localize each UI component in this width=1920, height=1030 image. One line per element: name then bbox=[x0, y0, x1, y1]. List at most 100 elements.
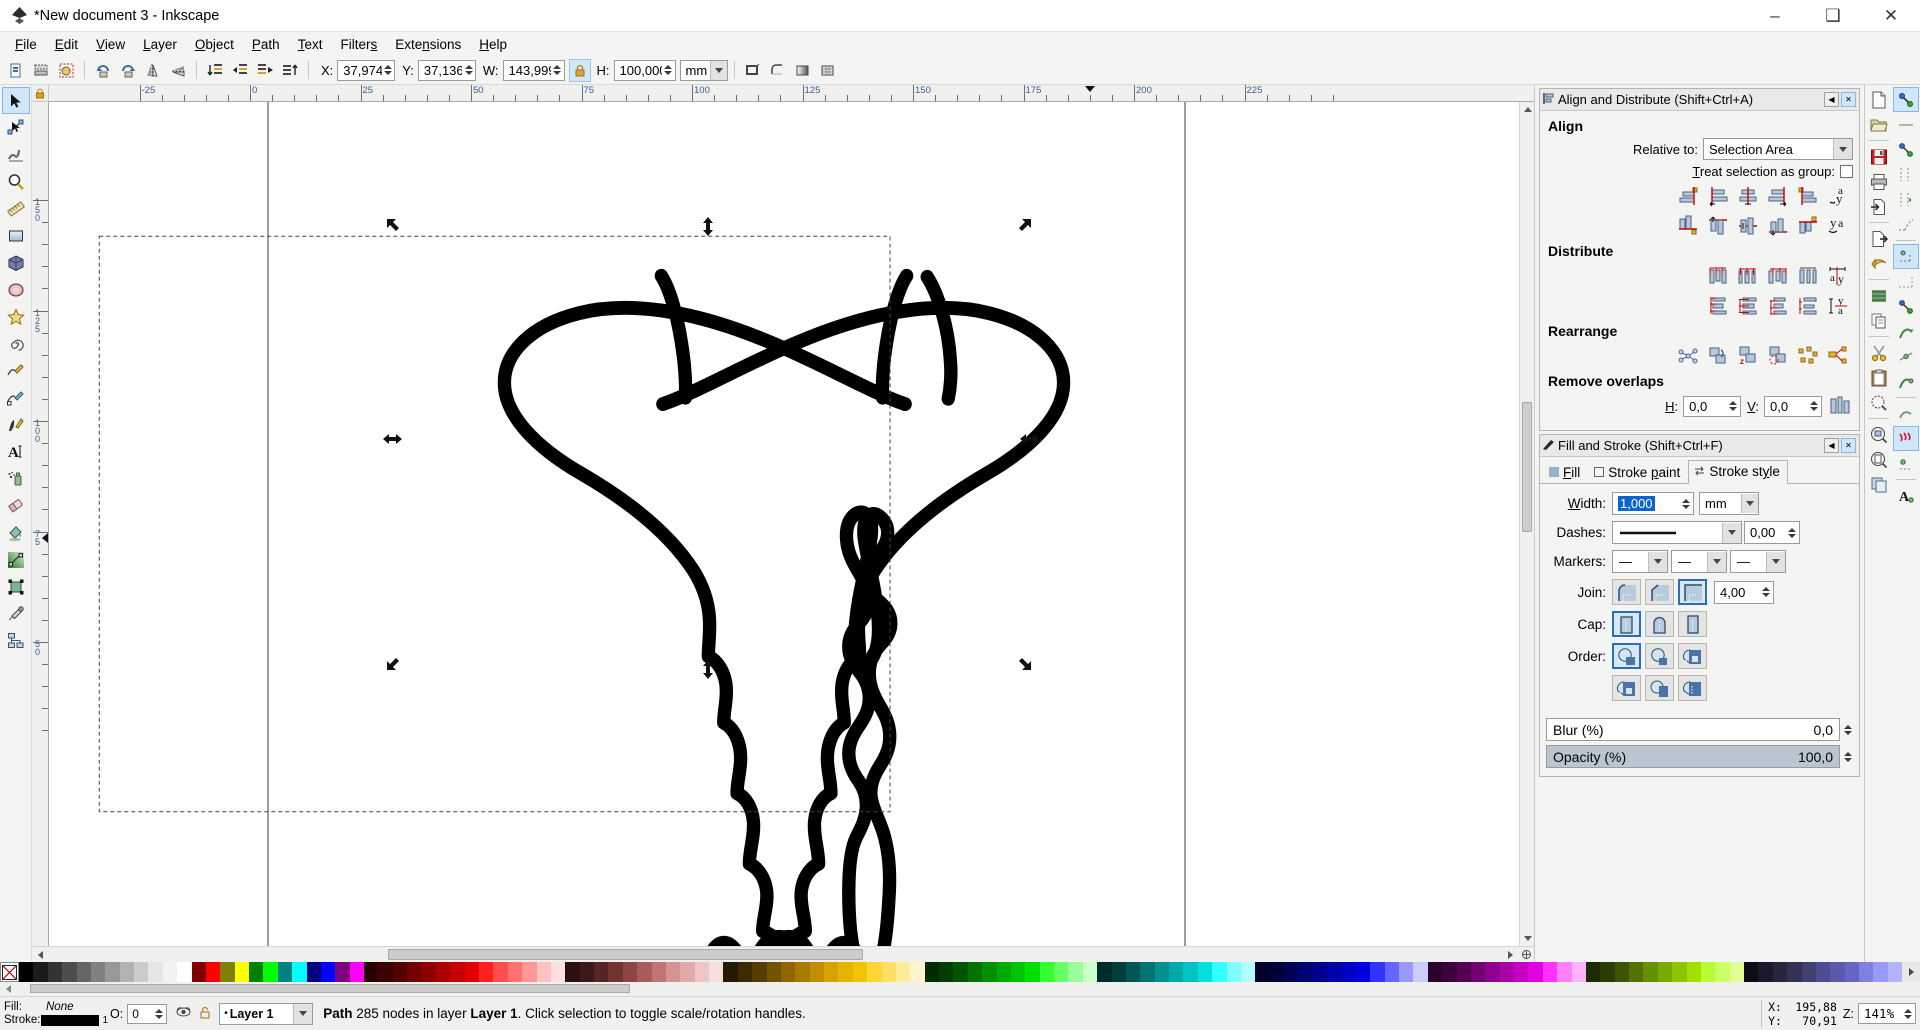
align-bottom-edges-icon[interactable] bbox=[1765, 213, 1791, 239]
palette-swatch[interactable] bbox=[1140, 962, 1155, 982]
palette-swatch[interactable] bbox=[1212, 962, 1227, 982]
palette-swatch[interactable] bbox=[1859, 962, 1874, 982]
stroke-width-unit-select[interactable]: mm bbox=[1699, 492, 1759, 515]
palette-swatch[interactable] bbox=[1183, 962, 1198, 982]
zoom-drawing-icon[interactable] bbox=[1866, 422, 1892, 447]
palette-swatch[interactable] bbox=[680, 962, 695, 982]
palette-swatch[interactable] bbox=[1226, 962, 1241, 982]
align-top-edges-icon[interactable] bbox=[1705, 213, 1731, 239]
dash-offset-field[interactable]: 0,00 bbox=[1744, 521, 1800, 544]
snap-path-icon[interactable] bbox=[1893, 269, 1919, 294]
palette-swatch[interactable] bbox=[90, 962, 106, 982]
raise-to-top-icon[interactable] bbox=[203, 58, 227, 82]
palette-swatch[interactable] bbox=[1111, 962, 1126, 982]
align-left-edges-icon[interactable] bbox=[1705, 183, 1731, 209]
palette-swatch[interactable] bbox=[1284, 962, 1299, 982]
horizontal-ruler[interactable]: -25 0 25 50 75 100 125 150 175 200 225 bbox=[49, 85, 1534, 102]
palette-swatch[interactable] bbox=[1801, 962, 1816, 982]
distribute-left-edges-icon[interactable] bbox=[1705, 263, 1731, 289]
palette-swatch[interactable] bbox=[1700, 962, 1716, 982]
snap-line-midpoint-icon[interactable] bbox=[1893, 369, 1919, 394]
zoom-page-icon[interactable] bbox=[1866, 447, 1892, 472]
pencil-tool[interactable] bbox=[2, 357, 30, 384]
palette-swatch[interactable] bbox=[205, 962, 221, 982]
palette-swatch[interactable] bbox=[1470, 962, 1486, 982]
eraser-tool[interactable] bbox=[2, 492, 30, 519]
palette-swatch[interactable] bbox=[1399, 962, 1414, 982]
palette-swatch[interactable] bbox=[277, 962, 293, 982]
align-panel-close-icon[interactable]: ✕ bbox=[1841, 92, 1856, 107]
remove-overlaps-icon[interactable] bbox=[1827, 393, 1853, 419]
paste-icon[interactable] bbox=[1866, 365, 1892, 390]
distribute-gaps-vertically-icon[interactable] bbox=[1795, 293, 1821, 319]
palette-swatch[interactable] bbox=[622, 962, 638, 982]
vertical-ruler[interactable]: 1501251007550 bbox=[32, 102, 49, 946]
palette-swatch[interactable] bbox=[1686, 962, 1701, 982]
butterfly-outline-path[interactable] bbox=[49, 102, 1519, 946]
fill-stroke-panel-close-icon[interactable]: ✕ bbox=[1841, 438, 1856, 453]
palette-swatch[interactable] bbox=[694, 962, 709, 982]
snap-bbox-edge-midpoint-icon[interactable] bbox=[1893, 187, 1919, 212]
palette-scroll-thumb[interactable] bbox=[30, 984, 630, 993]
affect-stroke-width-icon[interactable] bbox=[741, 58, 765, 82]
palette-swatch[interactable] bbox=[924, 962, 939, 982]
zoom-field[interactable]: 141% bbox=[1858, 1003, 1916, 1024]
tab-stroke-style[interactable]: Stroke style bbox=[1688, 460, 1788, 484]
scroll-right-icon[interactable] bbox=[1502, 947, 1518, 962]
menu-filters[interactable]: Filters bbox=[331, 35, 386, 54]
palette-swatch[interactable] bbox=[766, 962, 781, 982]
palette-swatch[interactable] bbox=[637, 962, 652, 982]
distribute-text-baselines-vertically-icon[interactable]: ya bbox=[1825, 293, 1851, 319]
snap-bbox-center-icon[interactable] bbox=[1893, 212, 1919, 237]
palette-swatch[interactable] bbox=[1758, 962, 1773, 982]
distribute-bottom-edges-icon[interactable] bbox=[1765, 293, 1791, 319]
square-cap-icon[interactable] bbox=[1678, 611, 1707, 637]
palette-swatch[interactable] bbox=[1557, 962, 1572, 982]
align-top-edge-to-bottom-anchor-icon[interactable] bbox=[1795, 213, 1821, 239]
snap-rotation-center-icon[interactable] bbox=[1893, 451, 1919, 476]
menu-object[interactable]: Object bbox=[186, 35, 243, 54]
palette-swatch[interactable] bbox=[1772, 962, 1788, 982]
palette-swatch[interactable] bbox=[780, 962, 796, 982]
x-spinner[interactable] bbox=[383, 65, 393, 75]
palette-swatch[interactable] bbox=[996, 962, 1011, 982]
menu-view[interactable]: View bbox=[87, 35, 134, 54]
palette-swatch[interactable] bbox=[1197, 962, 1213, 982]
exchange-positions-clockwise-icon[interactable] bbox=[1765, 343, 1791, 369]
palette-swatch[interactable] bbox=[407, 962, 422, 982]
palette-swatch[interactable] bbox=[1240, 962, 1256, 982]
zoom-selection-icon[interactable] bbox=[1866, 390, 1892, 415]
palette-swatch[interactable] bbox=[378, 962, 393, 982]
spiral-tool[interactable] bbox=[2, 330, 30, 357]
palette-swatch[interactable] bbox=[148, 962, 163, 982]
snap-path-intersection-icon[interactable] bbox=[1893, 294, 1919, 319]
redo-icon[interactable] bbox=[1866, 283, 1892, 308]
menu-layer[interactable]: Layer bbox=[134, 35, 186, 54]
palette-swatch[interactable] bbox=[594, 962, 609, 982]
palette-swatch[interactable] bbox=[1169, 962, 1184, 982]
palette-swatch[interactable] bbox=[1068, 962, 1083, 982]
palette-swatch[interactable] bbox=[392, 962, 408, 982]
lock-wh-ratio-icon[interactable] bbox=[568, 58, 591, 82]
palette-swatch[interactable] bbox=[479, 962, 494, 982]
snap-bbox-icon[interactable] bbox=[1893, 112, 1919, 137]
palette-swatch[interactable] bbox=[579, 962, 594, 982]
palette-swatch[interactable] bbox=[1887, 962, 1903, 982]
relative-to-select[interactable]: Selection Area bbox=[1703, 138, 1853, 160]
affect-gradients-icon[interactable] bbox=[791, 58, 815, 82]
palette-swatch[interactable] bbox=[1054, 962, 1069, 982]
align-right-edge-to-left-anchor-icon[interactable] bbox=[1675, 183, 1701, 209]
palette-swatch[interactable] bbox=[967, 962, 983, 982]
relative-to-chevron-down-icon[interactable] bbox=[1833, 139, 1852, 159]
miter-limit-spinner[interactable] bbox=[1760, 587, 1771, 597]
round-join-icon[interactable] bbox=[1612, 579, 1641, 605]
import-icon[interactable] bbox=[1866, 194, 1892, 219]
palette-swatch[interactable] bbox=[1255, 962, 1270, 982]
spray-tool[interactable] bbox=[2, 465, 30, 492]
palette-swatch[interactable] bbox=[1629, 962, 1644, 982]
layer-select[interactable]: • Layer 1 bbox=[219, 1002, 314, 1025]
menu-text[interactable]: Text bbox=[289, 35, 332, 54]
w-input[interactable] bbox=[508, 62, 551, 78]
y-spinner[interactable] bbox=[464, 65, 473, 75]
palette-swatch[interactable] bbox=[1427, 962, 1443, 982]
